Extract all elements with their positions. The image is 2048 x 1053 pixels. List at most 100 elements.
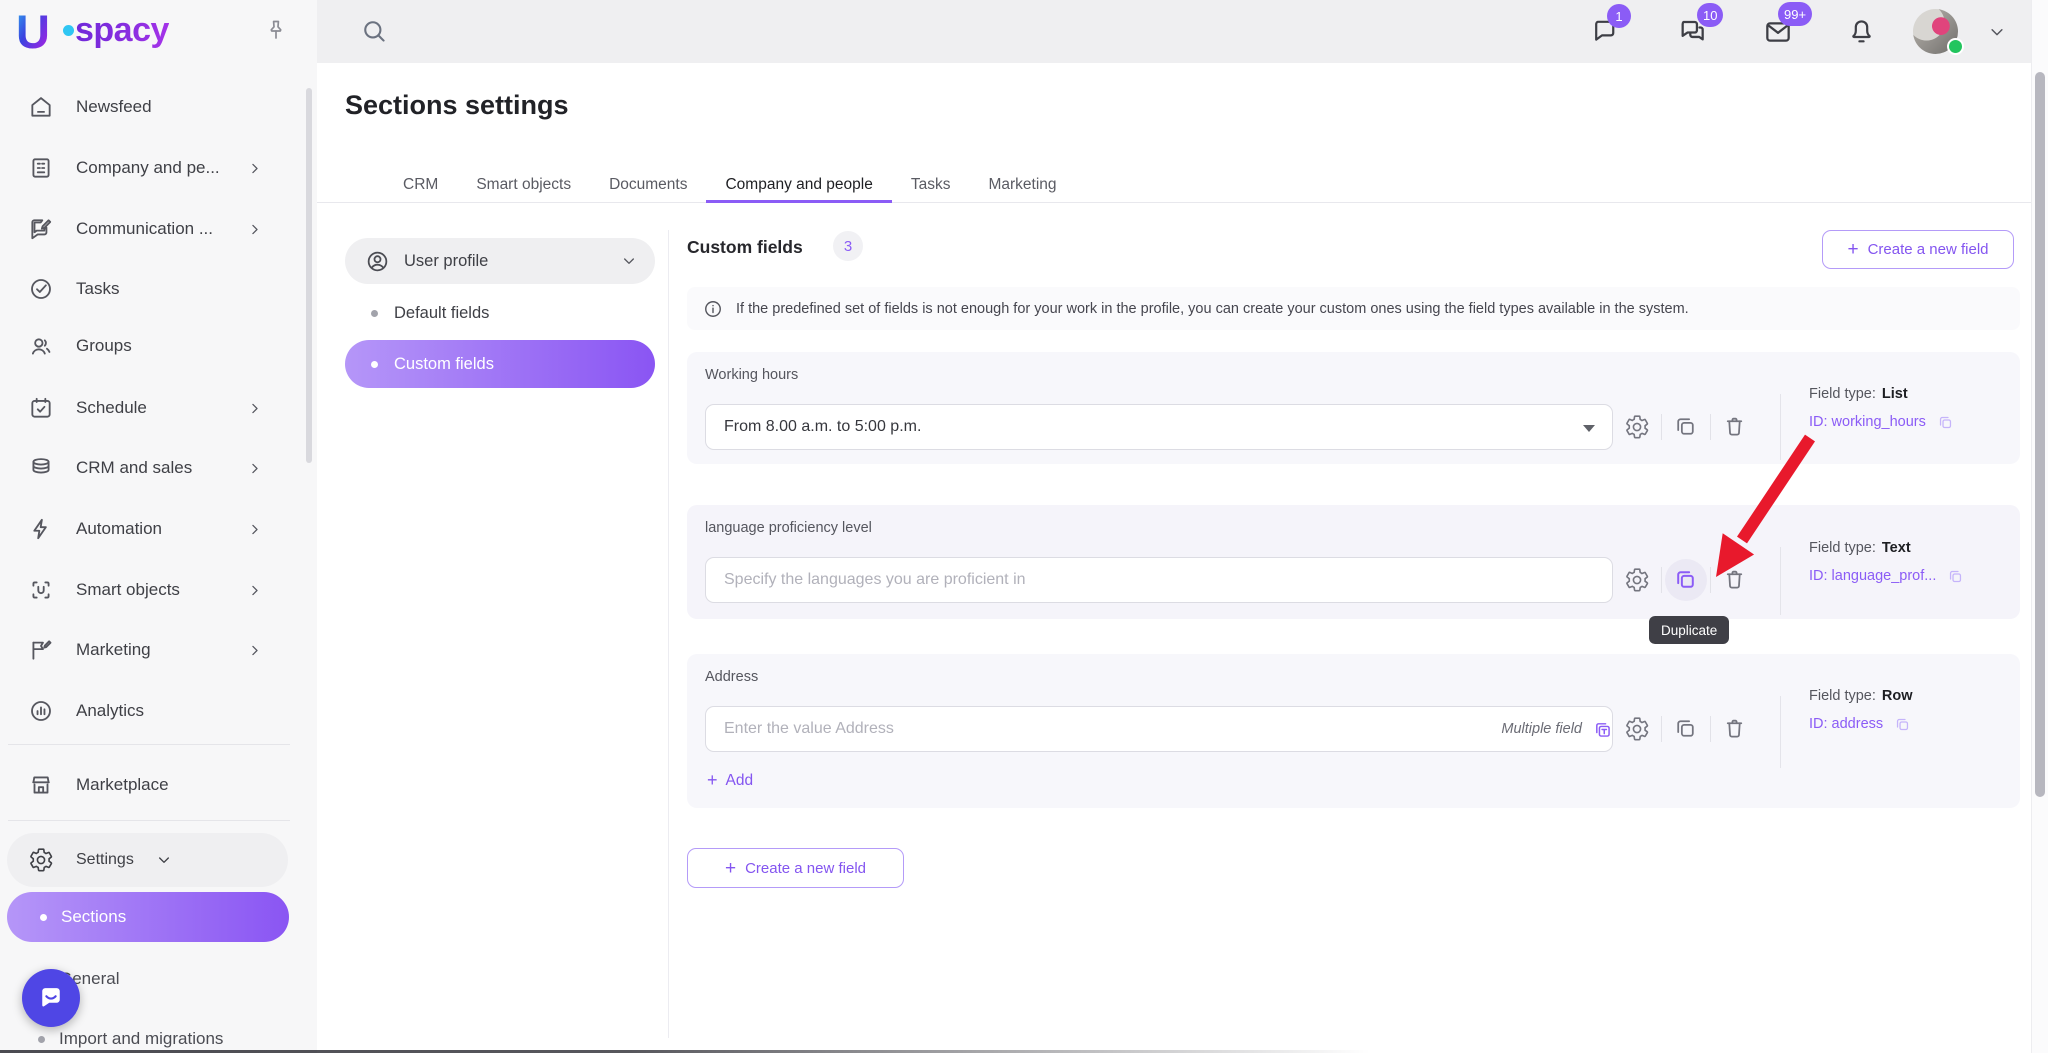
tab-documents[interactable]: Documents [590,168,706,203]
chat-bubble-icon [42,988,60,1007]
field-card-working-hours: Working hours From 8.00 a.m. to 5:00 p.m… [687,352,2020,464]
sidebar-item-newsfeed[interactable]: Newsfeed [0,77,300,137]
field-type-line: Field type: Text [1809,540,1964,556]
info-icon [703,299,723,319]
chevron-right-icon [247,161,262,176]
sidebar-item-marketplace[interactable]: Marketplace [0,755,300,815]
topbar: 1 10 99+ [317,0,2032,63]
copy-id-icon[interactable] [1937,414,1954,431]
info-banner: If the predefined set of fields is not e… [687,287,2020,330]
field-card-address: Address Multiple field Field type: Row I… [687,654,2020,808]
chevron-right-icon [247,522,262,537]
action-divider [1710,414,1711,440]
sidebar-item-sections[interactable]: Sections [7,892,289,942]
sidebar: U spacy Newsfeed Company and pe... Commu… [0,0,317,1053]
sidebar-item-label: Automation [76,519,162,538]
plus-icon: + [707,770,718,790]
add-value-button[interactable]: + Add [707,770,753,791]
groups-icon [28,333,54,359]
chevron-right-icon [247,643,262,658]
field-id-line[interactable]: ID: working_hours [1809,414,1954,431]
field-type-value: Row [1881,687,1913,704]
duplicate-field-button[interactable] [1673,716,1699,742]
sidebar-item-settings[interactable]: Settings [7,833,288,887]
field-id-line[interactable]: ID: language_prof... [1809,568,1964,585]
automation-icon [28,516,54,542]
pin-sidebar-icon[interactable] [264,18,288,42]
sidebar-item-label: Company and pe... [76,158,220,177]
sidebar-item-label: Groups [76,336,132,355]
profile-section-dropdown[interactable]: User profile [345,238,655,284]
content-vertical-divider [668,230,669,1038]
chevron-right-icon [247,222,262,237]
group-chat-badge: 10 [1697,3,1724,27]
field-settings-button[interactable] [1624,716,1650,742]
field-id: ID: working_hours [1809,414,1926,430]
sidebar-item-analytics[interactable]: Analytics [0,681,300,741]
sidebar-item-marketing[interactable]: Marketing [0,620,300,680]
sidebar-item-crm-and-sales[interactable]: CRM and sales [0,438,300,498]
nav-item-custom-fields[interactable]: Custom fields [345,340,655,388]
uspacy-logo[interactable]: U spacy [16,2,256,62]
sidebar-item-label: CRM and sales [76,458,193,477]
info-banner-text: If the predefined set of fields is not e… [736,300,1689,317]
create-new-field-button-top[interactable]: + Create a new field [1822,230,2014,269]
field-settings-button[interactable] [1624,567,1650,593]
sidebar-scrollbar[interactable] [306,88,312,463]
gear-icon [28,847,54,873]
delete-field-button[interactable] [1722,567,1748,593]
sidebar-item-label: Import and migrations [59,1029,224,1048]
page-scrollbar-thumb[interactable] [2035,72,2045,797]
create-new-field-button-bottom[interactable]: + Create a new field [687,848,904,888]
logo-dot [63,25,74,36]
tab-tasks[interactable]: Tasks [892,168,970,203]
profile-dropdown-label: User profile [404,251,489,270]
sidebar-item-import-and-migrations[interactable]: Import and migrations [0,1022,300,1053]
sidebar-item-label: Sections [61,907,127,926]
sidebar-item-groups[interactable]: Groups [0,316,300,376]
field-type-value: Text [1881,539,1911,556]
sidebar-item-smart-objects[interactable]: Smart objects [0,560,300,620]
sidebar-item-automation[interactable]: Automation [0,499,300,559]
field-actions [1613,557,1759,603]
select-value: From 8.00 a.m. to 5:00 p.m. [724,418,922,435]
tabs-bar: CRM Smart objects Documents Company and … [384,168,1076,203]
sidebar-item-label: Schedule [76,398,147,417]
tab-company-and-people[interactable]: Company and people [706,168,892,203]
sidebar-divider [8,744,290,745]
nav-item-default-fields[interactable]: Default fields [345,296,655,330]
field-settings-button[interactable] [1624,414,1650,440]
field-id-line[interactable]: ID: address [1809,716,1913,733]
sidebar-item-communication[interactable]: Communication ... [0,199,300,259]
copy-id-icon[interactable] [1947,568,1964,585]
multiple-field-icon [1592,719,1613,740]
sidebar-item-tasks[interactable]: Tasks [0,259,300,319]
tab-smart-objects[interactable]: Smart objects [457,168,590,203]
field-type-value: List [1881,385,1908,402]
card-divider [1780,547,1781,615]
duplicate-field-button[interactable] [1673,414,1699,440]
online-status-dot [1947,38,1964,55]
support-chat-launcher[interactable] [22,969,80,1027]
copy-id-icon[interactable] [1894,716,1911,733]
sidebar-item-company-and-people[interactable]: Company and pe... [0,138,300,198]
chevron-down-icon[interactable] [1988,23,2006,41]
duplicate-tooltip: Duplicate [1649,616,1730,644]
field-id: ID: address [1809,716,1884,732]
bell-icon[interactable] [1846,16,1877,47]
sidebar-item-label: Smart objects [76,580,180,599]
tab-crm[interactable]: CRM [384,168,457,203]
working-hours-select[interactable]: From 8.00 a.m. to 5:00 p.m. [705,404,1613,450]
tab-marketing[interactable]: Marketing [969,168,1075,203]
duplicate-field-button-hovered[interactable] [1665,559,1707,601]
language-proficiency-input[interactable] [705,557,1613,603]
multiple-field-label: Multiple field [1501,721,1582,737]
delete-field-button[interactable] [1722,716,1748,742]
communication-icon [28,216,54,242]
action-divider [1710,567,1711,593]
sidebar-item-schedule[interactable]: Schedule [0,378,300,438]
search-icon[interactable] [360,17,388,45]
action-divider [1710,716,1711,742]
nav-item-label: Custom fields [394,354,494,373]
delete-field-button[interactable] [1722,414,1748,440]
